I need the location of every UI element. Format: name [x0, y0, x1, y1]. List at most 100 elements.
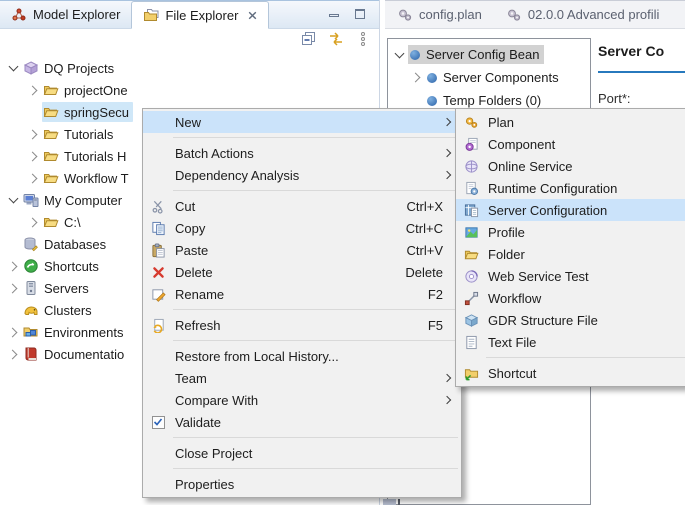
open-folder-icon: [43, 170, 59, 186]
horizontal-scrollbar-thumb[interactable]: [383, 499, 396, 505]
online-service-icon: [462, 158, 480, 174]
rename-icon: [149, 286, 167, 302]
chevron-down-icon[interactable]: [5, 189, 22, 211]
submenu-item-shortcut[interactable]: Shortcut: [456, 362, 685, 384]
tab-file-explorer[interactable]: File Explorer: [131, 1, 269, 29]
tree-item-dq-projects[interactable]: DQ Projects: [0, 57, 377, 79]
title-underline: [598, 71, 685, 73]
chevron-right-icon[interactable]: [408, 67, 425, 89]
submenu-item-gdr-structure-file[interactable]: GDR Structure File: [456, 309, 685, 331]
shortcut-folder-icon: [462, 365, 480, 381]
menu-separator: [173, 437, 458, 438]
cluster-icon: [23, 302, 39, 318]
plan-gears-icon: [506, 7, 522, 23]
port-label: Port*:: [598, 91, 685, 106]
chevron-right-icon[interactable]: [5, 255, 22, 277]
projects-cube-icon: [23, 60, 39, 76]
minimize-icon[interactable]: [329, 14, 339, 17]
open-folder-icon: [43, 82, 59, 98]
application-window: Model Explorer File Explorer: [0, 0, 685, 505]
server-configuration-icon: [462, 202, 480, 218]
link-with-editor-icon[interactable]: [328, 31, 344, 47]
submenu-item-workflow[interactable]: Workflow: [456, 287, 685, 309]
plan-gears-icon: [462, 114, 480, 130]
chevron-spacer: [5, 299, 22, 321]
menu-item-cut[interactable]: Cut Ctrl+X: [143, 195, 461, 217]
menu-item-rename[interactable]: Rename F2: [143, 283, 461, 305]
tab-label: 02.0.0 Advanced profili: [528, 7, 660, 22]
submenu-item-web-service-test[interactable]: Web Service Test: [456, 265, 685, 287]
paste-icon: [149, 242, 167, 258]
submenu-item-plan[interactable]: Plan: [456, 111, 685, 133]
submenu-item-online-service[interactable]: Online Service: [456, 155, 685, 177]
chevron-right-icon[interactable]: [5, 277, 22, 299]
icon-spacer: [149, 145, 167, 161]
open-folder-icon: [43, 104, 59, 120]
menu-separator: [173, 137, 458, 138]
view-window-buttons: [329, 9, 365, 19]
server-icon: [23, 280, 39, 296]
profile-icon: [462, 224, 480, 240]
tree-label: Server Components: [443, 70, 559, 85]
menu-item-new[interactable]: New: [143, 111, 461, 133]
chevron-right-icon[interactable]: [25, 123, 42, 145]
component-icon: [462, 136, 480, 152]
shortcut-text: Delete: [405, 265, 443, 280]
maximize-icon[interactable]: [355, 9, 365, 19]
open-folder-icon: [43, 126, 59, 142]
plan-gears-icon: [397, 7, 413, 23]
submenu-item-component[interactable]: Component: [456, 133, 685, 155]
close-icon[interactable]: [248, 11, 257, 20]
web-service-icon: [462, 268, 480, 284]
blue-bullet-icon: [410, 50, 420, 60]
chevron-right-icon[interactable]: [25, 145, 42, 167]
menu-item-restore-from-local-history[interactable]: Restore from Local History...: [143, 345, 461, 367]
menu-item-dependency-analysis[interactable]: Dependency Analysis: [143, 164, 461, 186]
menu-item-batch-actions[interactable]: Batch Actions: [143, 142, 461, 164]
submenu-item-folder[interactable]: Folder: [456, 243, 685, 265]
menu-item-copy[interactable]: Copy Ctrl+C: [143, 217, 461, 239]
menu-item-refresh[interactable]: Refresh F5: [143, 314, 461, 336]
menu-item-close-project[interactable]: Close Project: [143, 442, 461, 464]
gdr-cube-icon: [462, 312, 480, 328]
computer-icon: [23, 192, 39, 208]
submenu-item-text-file[interactable]: Text File: [456, 331, 685, 353]
shortcuts-globe-icon: [23, 258, 39, 274]
tree-item-projectone[interactable]: projectOne: [0, 79, 377, 101]
tree-item-server-config-bean[interactable]: Server Config Bean: [388, 43, 590, 66]
menu-item-team[interactable]: Team: [143, 367, 461, 389]
submenu-arrow-icon: [442, 150, 454, 156]
book-icon: [23, 346, 39, 362]
chevron-spacer: [25, 101, 42, 123]
chevron-right-icon[interactable]: [5, 321, 22, 343]
submenu-arrow-icon: [442, 375, 454, 381]
submenu-item-runtime-configuration[interactable]: Runtime Configuration: [456, 177, 685, 199]
blue-bullet-icon: [427, 96, 437, 106]
menu-item-compare-with[interactable]: Compare With: [143, 389, 461, 411]
tab-advanced-profiling[interactable]: 02.0.0 Advanced profili: [494, 1, 672, 28]
open-folder-icon: [43, 214, 59, 230]
left-tabbar: Model Explorer File Explorer: [0, 0, 379, 29]
open-folder-icon: [43, 148, 59, 164]
chevron-right-icon[interactable]: [25, 79, 42, 101]
icon-spacer: [149, 114, 167, 130]
tree-item-server-components[interactable]: Server Components: [388, 66, 590, 89]
chevron-right-icon[interactable]: [5, 343, 22, 365]
collapse-all-icon[interactable]: [301, 31, 317, 47]
chevron-down-icon[interactable]: [5, 57, 22, 79]
new-submenu: Plan Component Online Service Runtime Co…: [455, 108, 685, 387]
menu-item-delete[interactable]: Delete Delete: [143, 261, 461, 283]
menu-item-properties[interactable]: Properties: [143, 473, 461, 495]
menu-item-validate[interactable]: Validate: [143, 411, 461, 433]
chevron-right-icon[interactable]: [25, 211, 42, 233]
chevron-down-icon[interactable]: [391, 44, 408, 66]
workflow-icon: [462, 290, 480, 306]
tab-config-plan[interactable]: config.plan: [385, 1, 494, 28]
submenu-item-profile[interactable]: Profile: [456, 221, 685, 243]
view-menu-icon[interactable]: [355, 31, 371, 47]
menu-item-paste[interactable]: Paste Ctrl+V: [143, 239, 461, 261]
chevron-right-icon[interactable]: [25, 167, 42, 189]
submenu-item-server-configuration[interactable]: Server Configuration: [456, 199, 685, 221]
tab-model-explorer[interactable]: Model Explorer: [0, 1, 131, 28]
icon-spacer: [149, 348, 167, 364]
